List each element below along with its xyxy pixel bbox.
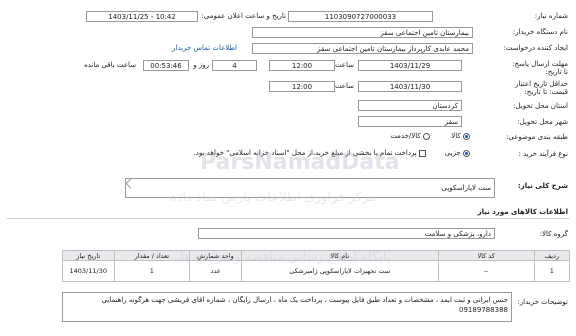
goods-table: تاریخ نیاز تعداد / مقدار واحد شمارش نام … bbox=[62, 250, 571, 282]
price-validity-label: حداقل تاریخ اعتبار قیمت: تا تاریخ: bbox=[515, 80, 568, 96]
table-row[interactable]: 1403/11/30 1 عدد ست تجهیزات لاپاراسکوپی … bbox=[62, 260, 571, 282]
remaining-time: 00:53:46 bbox=[143, 60, 189, 71]
col-quantity: تعداد / مقدار bbox=[113, 250, 191, 261]
classification-label: طبقه بندی موضوعی: bbox=[506, 133, 568, 141]
cell-item-code: -- bbox=[437, 260, 535, 282]
need-number-field: 1103090727000033 bbox=[288, 11, 433, 22]
need-number-label: شماره نیاز: bbox=[534, 12, 568, 20]
remaining-days: 4 bbox=[212, 60, 257, 71]
cell-row: 1 bbox=[533, 260, 571, 282]
remaining-label: ساعت باقی مانده bbox=[84, 61, 136, 69]
days-label: روز و bbox=[193, 61, 209, 69]
reply-deadline-date: 1403/11/29 bbox=[358, 60, 462, 71]
col-unit: واحد شمارش bbox=[189, 250, 242, 261]
radio-selected-icon[interactable] bbox=[463, 132, 470, 140]
general-description-field: ست لاپاراسکوپی bbox=[125, 178, 495, 198]
province-label: استان محل تحویل: bbox=[513, 102, 568, 110]
reply-deadline-time: 12:00 bbox=[269, 60, 335, 71]
reply-deadline-time-label: ساعت bbox=[334, 61, 354, 69]
goods-section-title: اطلاعات کالاهای مورد نیاز bbox=[477, 208, 568, 216]
checkbox-icon[interactable] bbox=[419, 149, 426, 157]
buyer-notes-label: توضیحات خریدار: bbox=[517, 298, 568, 306]
announce-date-label: تاریخ و ساعت اعلان عمومی: bbox=[201, 12, 286, 20]
announce-date-field: 1403/11/25 - 10:42 bbox=[86, 11, 198, 22]
general-description-label: شرح کلی نیاز: bbox=[517, 182, 568, 190]
classification-option-goods[interactable]: کالا bbox=[451, 132, 470, 140]
province-field: کردستان bbox=[358, 100, 462, 111]
cell-need-date: 1403/11/30 bbox=[62, 260, 115, 282]
purchase-process-label: نوع فرآیند خرید : bbox=[518, 150, 568, 158]
buyer-org-field: بیمارستان تامین اجتماعی سقز bbox=[252, 27, 473, 38]
table-header-row: تاریخ نیاز تعداد / مقدار واحد شمارش نام … bbox=[62, 250, 571, 261]
price-validity-date: 1403/11/30 bbox=[358, 81, 462, 92]
cell-item-name: ست تجهیزات لاپاراسکوپی ژامبرشکی bbox=[240, 260, 439, 282]
col-item-name: نام کالا bbox=[240, 250, 439, 261]
goods-group-field: دارو، پزشکی و سلامت bbox=[198, 228, 495, 239]
classification-option-goods-service[interactable]: کالا/خدمت bbox=[390, 132, 430, 140]
col-need-date: تاریخ نیاز bbox=[62, 250, 115, 261]
goods-group-label: گروه کالا: bbox=[539, 230, 568, 238]
section-divider bbox=[7, 218, 569, 219]
city-field: سقز bbox=[358, 116, 462, 127]
requester-label: ایجاد کننده درخواست: bbox=[503, 44, 569, 52]
purchase-process-option[interactable]: جزیی bbox=[445, 149, 470, 157]
buyer-org-label: نام دستگاه خریدار: bbox=[512, 28, 568, 36]
cell-unit: عدد bbox=[189, 260, 242, 282]
col-item-code: کد کالا bbox=[437, 250, 535, 261]
radio-icon[interactable] bbox=[423, 132, 430, 140]
buyer-notes-field: جنس ایرانی و ثبت ایمد ، مشخصات و تعداد ط… bbox=[62, 292, 512, 322]
city-label: شهر محل تحویل: bbox=[517, 118, 568, 126]
price-validity-time-label: ساعت bbox=[334, 82, 354, 90]
price-validity-time: 12:00 bbox=[269, 81, 335, 92]
treasury-note[interactable]: پرداخت تمام یا بخشی از مبلغ خرید،از محل … bbox=[194, 149, 426, 157]
radio-selected-icon[interactable] bbox=[463, 149, 470, 157]
reply-deadline-label: مهلت ارسال پاسخ: تا تاریخ: bbox=[512, 60, 568, 76]
requester-field: محمد عابدی کارپرداز بیمارستان تامین اجتم… bbox=[252, 43, 473, 54]
buyer-contact-link[interactable]: اطلاعات تماس خریدار bbox=[172, 44, 237, 52]
col-row: ردیف bbox=[533, 250, 571, 261]
cell-quantity: 1 bbox=[113, 260, 191, 282]
